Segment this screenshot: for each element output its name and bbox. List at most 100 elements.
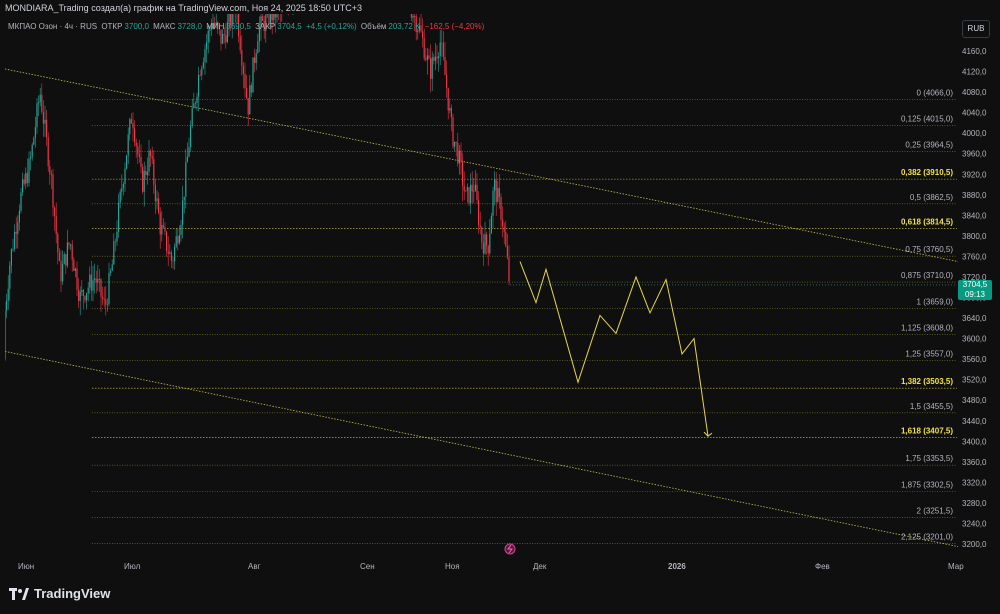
y-tick-label: 3800,0 — [962, 232, 987, 241]
candle-body — [100, 279, 102, 297]
last-price-tag: 3704,5 09:13 — [958, 280, 992, 300]
candle-body — [161, 225, 163, 235]
candle-body — [150, 150, 152, 157]
candle-body — [442, 42, 444, 57]
fib-level-label: 1,5 (3455,5) — [910, 402, 953, 411]
candle-body — [20, 192, 22, 211]
close-label: ЗАКР — [255, 22, 276, 31]
candle-body — [162, 225, 164, 228]
candle-body — [6, 300, 8, 311]
candle-body — [428, 55, 430, 59]
candle-body — [18, 210, 20, 223]
candle-body — [57, 234, 59, 253]
candle-body — [172, 260, 174, 262]
candle-body — [70, 244, 72, 246]
candle-body — [185, 162, 187, 197]
candle-body — [204, 49, 206, 63]
symbol-name[interactable]: МКПАО Озон · 4ч · RUS — [8, 22, 97, 31]
low-value: 3690,5 — [226, 22, 251, 31]
candle-body — [25, 172, 27, 184]
candle-body — [175, 236, 177, 247]
candle-body — [433, 57, 435, 61]
candle-body — [484, 234, 486, 254]
candle-body — [422, 31, 424, 39]
candle-body — [473, 190, 475, 192]
candle-body — [7, 288, 9, 301]
y-tick-label: 3600,0 — [962, 335, 987, 344]
candle-body — [228, 14, 230, 23]
candle-body — [156, 198, 158, 202]
candle-body — [87, 287, 89, 293]
candle-body — [458, 150, 460, 164]
candle-body — [79, 291, 81, 301]
candle-body — [84, 296, 86, 301]
candle-body — [455, 141, 457, 144]
tradingview-logo[interactable]: TradingView — [9, 586, 110, 601]
candle-body — [142, 167, 144, 192]
candle-body — [66, 242, 68, 266]
candle-body — [103, 299, 105, 300]
y-tick-label: 3640,0 — [962, 314, 987, 323]
candle-body — [498, 188, 500, 198]
candle-body — [423, 38, 425, 59]
candle-body — [244, 73, 246, 88]
y-tick-label: 3360,0 — [962, 458, 987, 467]
candle-body — [74, 268, 76, 271]
volume-change: −162,5 (−4,20%) — [424, 22, 485, 31]
candle-body — [92, 279, 94, 291]
candle-body — [34, 127, 36, 138]
candle-body — [202, 62, 204, 68]
candle-body — [474, 184, 476, 191]
candle-body — [191, 108, 193, 127]
currency-button[interactable]: RUB — [962, 20, 990, 38]
y-tick-label: 3760,0 — [962, 252, 987, 261]
tradingview-brand: TradingView — [34, 586, 111, 601]
candle-body — [452, 117, 454, 147]
candle-body — [194, 103, 196, 104]
candle-body — [201, 67, 203, 76]
open-value: 3700,0 — [124, 22, 149, 31]
candle-body — [153, 158, 155, 185]
x-tick-label: Фев — [815, 562, 830, 571]
candle-body — [239, 36, 241, 51]
y-tick-label: 3440,0 — [962, 417, 987, 426]
candle-body — [39, 94, 41, 103]
candle-body — [254, 57, 256, 63]
candle-body — [65, 254, 67, 266]
candle-body — [62, 263, 64, 282]
y-tick-label: 4040,0 — [962, 109, 987, 118]
candle-body — [182, 200, 184, 225]
high-value: 3728,0 — [177, 22, 202, 31]
candle-body — [188, 147, 190, 157]
fib-level-label: 0,75 (3760,5) — [905, 245, 953, 254]
candle-body — [54, 207, 56, 216]
candle-body — [199, 75, 201, 76]
candle-body — [190, 126, 192, 148]
candle-body — [102, 296, 104, 300]
candle-body — [409, 0, 410, 8]
candle-body — [106, 304, 108, 305]
candle-body — [151, 156, 153, 159]
candle-body — [506, 245, 508, 258]
price-chart[interactable]: 4160,0 4120,0 4080,0 4040,0 4000,0 3960,0 3920… — [0, 0, 1000, 576]
candle-body — [196, 96, 198, 104]
candle-body — [38, 102, 40, 104]
candle-body — [63, 254, 65, 264]
candle-body — [250, 85, 252, 93]
candle-body — [164, 227, 166, 232]
candle-body — [505, 232, 507, 246]
candle-body — [143, 170, 145, 192]
candle-body — [431, 57, 433, 79]
candle-body — [158, 198, 160, 213]
candle-body — [503, 226, 505, 233]
candle-body — [198, 75, 200, 97]
candle-body — [126, 155, 128, 169]
candle-body — [438, 56, 440, 59]
candle-body — [108, 272, 110, 305]
candle-body — [430, 58, 432, 79]
candle-body — [166, 231, 168, 252]
candle-body — [465, 190, 467, 192]
fib-level-label: 1,25 (3557,0) — [905, 350, 953, 359]
fib-level-label: 1 (3659,0) — [917, 297, 954, 306]
candle-body — [220, 29, 222, 44]
